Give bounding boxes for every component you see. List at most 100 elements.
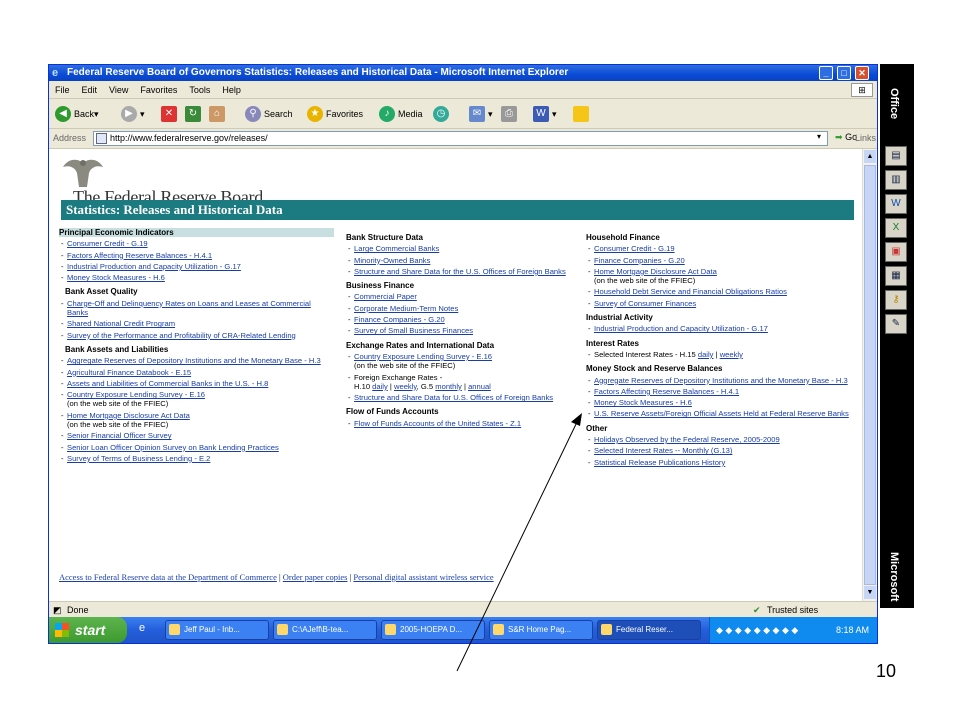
access-shortcut-icon[interactable]: ▦ [885,266,907,286]
release-link[interactable]: Home Mortgage Disclosure Act Data [67,411,190,420]
release-link[interactable]: Senior Financial Officer Survey [67,431,172,440]
menu-item[interactable]: Edit [82,85,98,95]
page-done-icon: ◩ [53,605,62,615]
home-button[interactable]: ⌂ [209,105,228,123]
word-shortcut-icon[interactable]: W [885,194,907,214]
go-button[interactable]: ➡ Go [835,132,857,143]
release-link[interactable]: Flow of Funds Accounts of the United Sta… [354,419,521,428]
release-link[interactable]: Statistical Release Publications History [594,458,725,467]
menu-item[interactable]: File [55,85,70,95]
release-link[interactable]: Consumer Credit - G.19 [594,244,675,253]
text: (on the web site of the FFIEC) [67,399,169,409]
release-link[interactable]: Shared National Credit Program [67,319,175,328]
favorites-button[interactable]: ★ Favorites [307,105,363,123]
office-shortcut-icon[interactable]: ▥ [885,170,907,190]
release-link[interactable]: Holidays Observed by the Federal Reserve… [594,435,780,444]
release-link[interactable]: Assets and Liabilities of Commercial Ban… [67,379,268,388]
task-hoepa[interactable]: 2005-HOEPA D... [381,620,485,640]
release-link[interactable]: Charge-Off and Delinquency Rates on Loan… [67,299,311,317]
quicklaunch-ie-icon[interactable]: e [139,622,145,634]
task-outlook[interactable]: Jeff Paul - Inb... [165,620,269,640]
mail-button[interactable]: ✉ ▾ [469,105,493,123]
release-link[interactable]: Large Commercial Banks [354,244,439,253]
messenger-button[interactable] [573,105,592,123]
note-icon [573,106,589,122]
release-link[interactable]: Country Exposure Lending Survey - E.16 [67,390,205,399]
status-text: Done [67,605,89,615]
release-link[interactable]: Selected Interest Rates -- Monthly (G.13… [594,446,732,455]
release-link[interactable]: Structure and Share Data for U.S. Office… [354,393,553,402]
release-link[interactable]: Structure and Share Data for the U.S. Of… [354,267,566,276]
release-link[interactable]: Survey of Terms of Business Lending - E.… [67,454,210,463]
key-shortcut-icon[interactable]: ⚷ [885,290,907,310]
maximize-button[interactable]: □ [837,66,851,80]
release-link[interactable]: weekly [394,382,417,391]
release-link[interactable]: Survey of Consumer Finances [594,299,696,308]
menu-item[interactable]: Tools [189,85,210,95]
release-link[interactable]: Finance Companies - G.20 [354,315,445,324]
address-dropdown-icon[interactable]: ▾ [817,132,821,141]
office-shortcut-icon[interactable]: ▤ [885,146,907,166]
release-link[interactable]: weekly [720,350,743,359]
release-link[interactable]: Survey of the Performance and Profitabil… [67,331,296,340]
history-button[interactable]: ◷ [433,105,452,123]
task-federal-reserve[interactable]: Federal Reser... [597,620,701,640]
close-button[interactable]: ✕ [855,66,869,80]
footer-link[interactable]: Order paper copies [283,572,348,582]
footer-link[interactable]: Personal digital assistant wireless serv… [353,572,493,582]
link-list: Commercial Paper Corporate Medium-Term No… [346,292,578,335]
release-link[interactable]: Aggregate Reserves of Depository Institu… [594,376,848,385]
forward-button[interactable]: ▶ ▾ [121,105,145,123]
link-list: Consumer Credit - G.19 Factors Affecting … [59,239,334,282]
stop-icon: ✕ [161,106,177,122]
release-link[interactable]: Money Stock Measures - H.6 [594,398,692,407]
release-link[interactable]: Home Mortgage Disclosure Act Data [594,267,717,276]
refresh-button[interactable]: ↻ [185,105,204,123]
links-label[interactable]: Links [855,133,876,143]
menu-item[interactable]: Help [222,85,241,95]
release-link[interactable]: Factors Affecting Reserve Balances - H.4… [594,387,739,396]
task-snr-home[interactable]: S&R Home Pag... [489,620,593,640]
menu-item[interactable]: View [109,85,128,95]
release-link[interactable]: Country Exposure Lending Survey - E.16 [354,352,492,361]
list-item: Corporate Medium-Term Notes [346,304,578,314]
media-button[interactable]: ♪ Media [379,105,423,123]
release-link[interactable]: Household Debt Service and Financial Obl… [594,287,787,296]
release-link[interactable]: Aggregate Reserves of Depository Institu… [67,356,321,365]
print-button[interactable]: ⎙ [501,105,520,123]
release-link[interactable]: Industrial Production and Capacity Utili… [594,324,768,333]
release-link[interactable]: daily [372,382,388,391]
release-link[interactable]: Corporate Medium-Term Notes [354,304,458,313]
excel-shortcut-icon[interactable]: X [885,218,907,238]
text: Selected Interest Rates - H.15 [594,349,696,359]
vertical-scrollbar[interactable]: ▲ ▼ [862,149,877,601]
stop-button[interactable]: ✕ [161,105,180,123]
binder-shortcut-icon[interactable]: ✎ [885,314,907,334]
minimize-button[interactable]: _ [819,66,833,80]
release-link[interactable]: Minority-Owned Banks [354,256,430,265]
release-link[interactable]: Factors Affecting Reserve Balances - H.4… [67,251,212,260]
tray-icons[interactable]: ◆ ◆ ◆ ◆ ◆ ◆ ◆ ◆ ◆ [716,625,798,635]
menu-item[interactable]: Favorites [140,85,177,95]
release-link[interactable]: Industrial Production and Capacity Utili… [67,262,241,271]
release-link[interactable]: Money Stock Measures - H.6 [67,273,165,282]
back-button[interactable]: ◀ Back ▾ [55,105,99,123]
address-input[interactable]: http://www.federalreserve.gov/releases/ [93,131,828,146]
release-link[interactable]: Commercial Paper [354,292,417,301]
start-button[interactable]: start [49,617,127,643]
release-link[interactable]: monthly [435,382,462,391]
release-link[interactable]: Consumer Credit - G.19 [67,239,148,248]
clock: 8:18 AM [835,625,869,635]
release-link[interactable]: Survey of Small Business Finances [354,326,473,335]
release-link[interactable]: Senior Loan Officer Opinion Survey on Ba… [67,443,279,452]
release-link[interactable]: daily [698,350,714,359]
edit-button[interactable]: W ▾ [533,105,557,123]
release-link[interactable]: annual [468,382,491,391]
release-link[interactable]: U.S. Reserve Assets/Foreign Official Ass… [594,409,849,418]
task-explorer[interactable]: C:\AJeff\B-tea... [273,620,377,640]
release-link[interactable]: Finance Companies - G.20 [594,256,685,265]
release-link[interactable]: Agricultural Finance Databook - E.15 [67,368,191,377]
footer-link[interactable]: Access to Federal Reserve data at the De… [59,572,277,582]
search-button[interactable]: ⚲ Search [245,105,293,123]
powerpoint-shortcut-icon[interactable]: ▣ [885,242,907,262]
